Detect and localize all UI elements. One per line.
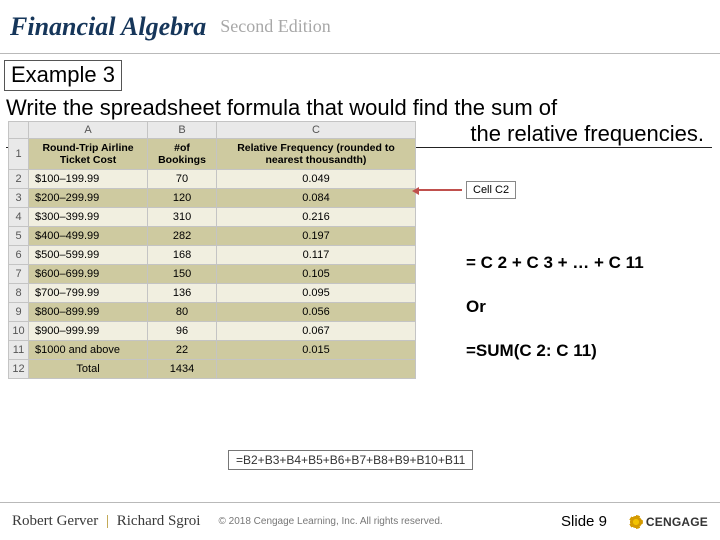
- cell-relfreq: 0.049: [216, 170, 415, 189]
- cell-relfreq: 0.117: [216, 246, 415, 265]
- answer-expanded: = C 2 + C 3 + … + C 11: [466, 252, 644, 274]
- starburst-icon: [629, 515, 643, 529]
- example-label: Example 3: [4, 60, 122, 91]
- table-row: 9$800–899.99800.056: [9, 303, 416, 322]
- table-row: 3$200–299.991200.084: [9, 189, 416, 208]
- cell-bookings: 168: [148, 246, 217, 265]
- cell-cost: $300–399.99: [29, 208, 148, 227]
- cell-relfreq: 0.105: [216, 265, 415, 284]
- edition-label: Second Edition: [220, 16, 331, 37]
- row-total-num: 12: [9, 360, 29, 379]
- cell-bookings: 310: [148, 208, 217, 227]
- cell-relfreq: 0.015: [216, 341, 415, 360]
- total-label: Total: [29, 360, 148, 379]
- row-num: 11: [9, 341, 29, 360]
- row-1-num: 1: [9, 139, 29, 170]
- cell-relfreq: 0.216: [216, 208, 415, 227]
- cell-cost: $100–199.99: [29, 170, 148, 189]
- cell-cost: $700–799.99: [29, 284, 148, 303]
- table-row: 2$100–199.99700.049: [9, 170, 416, 189]
- callout-arrow: Cell C2: [418, 181, 516, 199]
- col-a: A: [29, 122, 148, 139]
- cell-cost: $500–599.99: [29, 246, 148, 265]
- row-num: 7: [9, 265, 29, 284]
- header-bar: Financial Algebra Second Edition: [0, 0, 720, 54]
- row-num: 5: [9, 227, 29, 246]
- cell-bookings: 120: [148, 189, 217, 208]
- cell-bookings: 22: [148, 341, 217, 360]
- cell-relfreq: 0.197: [216, 227, 415, 246]
- table-row: 8$700–799.991360.095: [9, 284, 416, 303]
- cell-cost: $800–899.99: [29, 303, 148, 322]
- table-row: 4$300–399.993100.216: [9, 208, 416, 227]
- col-b: B: [148, 122, 217, 139]
- publisher-name: CENGAGE: [646, 515, 708, 529]
- col-c: C: [216, 122, 415, 139]
- cell-cost: $1000 and above: [29, 341, 148, 360]
- row-num: 10: [9, 322, 29, 341]
- row-num: 3: [9, 189, 29, 208]
- header-b: #of Bookings: [148, 139, 217, 170]
- answer-block: = C 2 + C 3 + … + C 11 Or =SUM(C 2: C 11…: [466, 252, 644, 384]
- prompt-line-1: Write the spreadsheet formula that would…: [6, 95, 557, 120]
- footer-bar: Robert Gerver | Richard Sgroi © 2018 Cen…: [0, 502, 720, 540]
- cell-bookings: 150: [148, 265, 217, 284]
- callout-cell-label: Cell C2: [466, 181, 516, 199]
- brand-word-2: Algebra: [121, 12, 206, 41]
- row-num: 9: [9, 303, 29, 322]
- cell-cost: $400–499.99: [29, 227, 148, 246]
- cell-relfreq: 0.067: [216, 322, 415, 341]
- cell-relfreq: 0.084: [216, 189, 415, 208]
- author-2: Richard Sgroi: [117, 513, 201, 529]
- cell-bookings: 282: [148, 227, 217, 246]
- table-row: 6$500–599.991680.117: [9, 246, 416, 265]
- spreadsheet-table: A B C 1 Round-Trip Airline Ticket Cost #…: [8, 121, 416, 379]
- arrow-line-icon: [418, 189, 462, 191]
- row-num: 6: [9, 246, 29, 265]
- cell-bookings: 136: [148, 284, 217, 303]
- cell-bookings: 96: [148, 322, 217, 341]
- header-a: Round-Trip Airline Ticket Cost: [29, 139, 148, 170]
- author-sep: |: [102, 513, 113, 529]
- row-num: 4: [9, 208, 29, 227]
- table-row: 10$900–999.99960.067: [9, 322, 416, 341]
- brand-word-1: Financial: [10, 12, 115, 41]
- cell-cost: $600–699.99: [29, 265, 148, 284]
- total-bookings: 1434: [148, 360, 217, 379]
- cell-cost: $900–999.99: [29, 322, 148, 341]
- authors: Robert Gerver | Richard Sgroi: [12, 513, 200, 530]
- corner-cell: [9, 122, 29, 139]
- answer-or: Or: [466, 296, 644, 318]
- cell-relfreq: 0.095: [216, 284, 415, 303]
- cell-cost: $200–299.99: [29, 189, 148, 208]
- publisher-logo: CENGAGE: [629, 515, 708, 529]
- table-row: 7$600–699.991500.105: [9, 265, 416, 284]
- cell-bookings: 70: [148, 170, 217, 189]
- total-relfreq: [216, 360, 415, 379]
- copyright: © 2018 Cengage Learning, Inc. All rights…: [218, 516, 442, 527]
- table-row: 5$400–499.992820.197: [9, 227, 416, 246]
- b12-formula-box: =B2+B3+B4+B5+B6+B7+B8+B9+B10+B11: [228, 450, 473, 470]
- slide-number: Slide 9: [561, 513, 607, 530]
- cell-bookings: 80: [148, 303, 217, 322]
- author-1: Robert Gerver: [12, 513, 98, 529]
- row-num: 8: [9, 284, 29, 303]
- answer-sum: =SUM(C 2: C 11): [466, 340, 644, 362]
- book-title: Financial Algebra: [10, 12, 206, 42]
- table-row: 11$1000 and above220.015: [9, 341, 416, 360]
- header-c: Relative Frequency (rounded to nearest t…: [216, 139, 415, 170]
- cell-relfreq: 0.056: [216, 303, 415, 322]
- row-num: 2: [9, 170, 29, 189]
